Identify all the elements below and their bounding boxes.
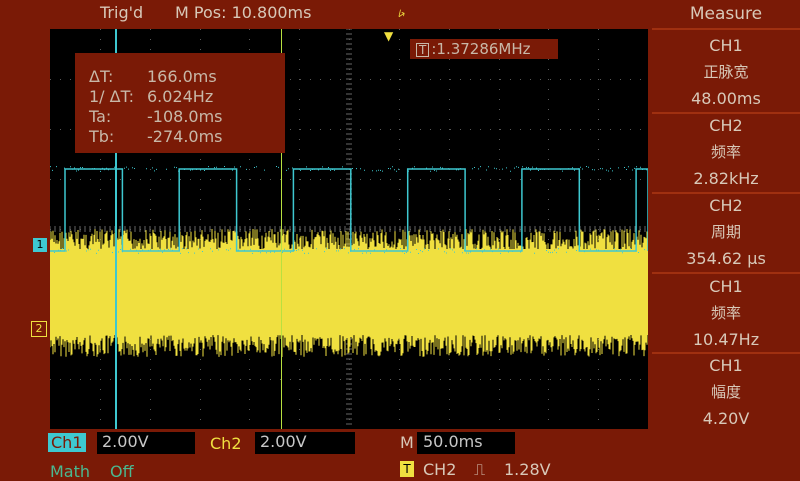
measure-item-2[interactable]: CH2 频率 2.82kHz xyxy=(652,110,800,190)
timebase-scale: 50.0ms xyxy=(417,432,515,454)
measure-item-1[interactable]: CH1 正脉宽 48.00ms xyxy=(652,30,800,110)
cursor-ta: Ta: -108.0ms xyxy=(89,107,223,126)
trigger-frequency: T:1.37286MHz xyxy=(410,39,558,59)
waveform-display[interactable]: ΔT: 166.0ms 1/ ΔT: 6.024Hz Ta: -108.0ms Tb:… xyxy=(50,29,648,429)
trigger-position-arrow-icon: ▼ xyxy=(384,29,394,43)
trigger-icon: T xyxy=(400,461,414,477)
measure-value: 10.47Hz xyxy=(692,330,760,349)
measure-type: 频率 xyxy=(710,304,741,322)
measure-value: 354.62 µs xyxy=(686,249,766,268)
ch2-label[interactable]: Ch2 xyxy=(210,434,242,453)
status-bar: Trig'd M Pos: 10.800ms ⭟ xyxy=(0,0,648,28)
measure-type: 频率 xyxy=(710,143,741,161)
measure-panel: Measure CH1 正脉宽 48.00ms CH2 频率 2.82kHz C… xyxy=(652,0,800,480)
math-state: Off xyxy=(110,462,134,481)
trigger-frequency-value: :1.37286MHz xyxy=(431,40,531,58)
trigger-edge-icon: ⎍ xyxy=(474,460,486,479)
cursor-inverse-delta-t: 1/ ΔT: 6.024Hz xyxy=(89,87,214,106)
measure-source: CH1 xyxy=(709,277,743,296)
ch1-level-marker[interactable]: 1 xyxy=(33,238,47,252)
trigger-level: 1.28V xyxy=(504,460,551,479)
measure-value: 4.20V xyxy=(702,409,750,428)
measure-source: CH2 xyxy=(709,116,743,135)
timebase-label: M xyxy=(400,433,414,452)
measure-value: 48.00ms xyxy=(691,89,761,108)
ch2-scale: 2.00V xyxy=(255,432,355,454)
cursor-readout-panel: ΔT: 166.0ms 1/ ΔT: 6.024Hz Ta: -108.0ms Tb:… xyxy=(75,53,285,153)
usb-icon: ⭟ xyxy=(398,5,406,21)
trigger-source: CH2 xyxy=(423,460,457,479)
measure-source: CH1 xyxy=(709,356,743,375)
measure-type: 幅度 xyxy=(710,383,741,401)
bottom-bar: Ch1 2.00V Ch2 2.00V M 50.0ms Math Off T … xyxy=(0,430,648,481)
cursor-delta-t: ΔT: 166.0ms xyxy=(89,67,217,86)
ch2-level-marker[interactable]: 2 xyxy=(31,321,47,337)
trigger-status: Trig'd xyxy=(100,3,144,22)
measure-title[interactable]: Measure xyxy=(652,1,800,27)
measure-item-3[interactable]: CH2 周期 354.62 µs xyxy=(652,190,800,270)
ch1-scale: 2.00V xyxy=(97,432,195,454)
cursor-tb: Tb: -274.0ms xyxy=(89,127,223,146)
measure-source: CH1 xyxy=(709,36,743,55)
measure-type: 周期 xyxy=(710,223,741,241)
trigger-tag-icon: T xyxy=(416,43,430,57)
measure-item-5[interactable]: CH1 幅度 4.20V xyxy=(652,350,800,430)
math-label[interactable]: Math xyxy=(50,462,90,481)
measure-type: 正脉宽 xyxy=(703,63,749,81)
measure-item-4[interactable]: CH1 频率 10.47Hz xyxy=(652,271,800,351)
measure-value: 2.82kHz xyxy=(693,169,759,188)
main-position: M Pos: 10.800ms xyxy=(175,3,312,22)
ch1-label[interactable]: Ch1 xyxy=(48,433,86,452)
measure-source: CH2 xyxy=(709,196,743,215)
